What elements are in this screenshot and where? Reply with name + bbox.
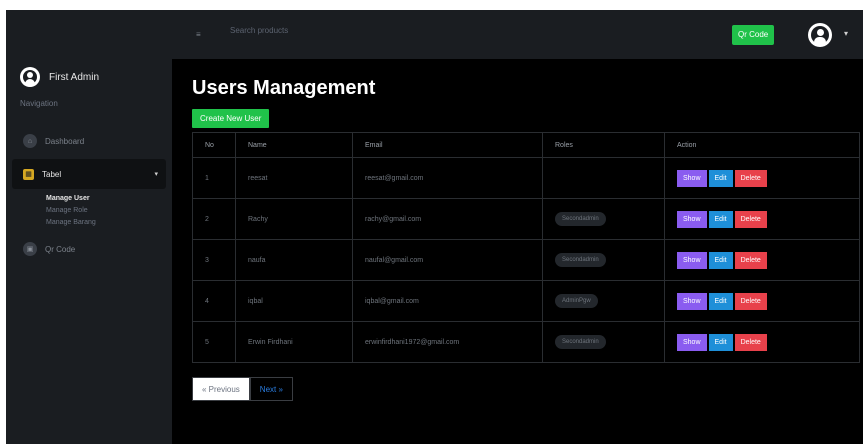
cell-no: 1 [192,157,236,199]
user-name: First Admin [49,71,100,83]
sidebar: First Admin Navigation ⌂ Dashboard ▦ Tab… [6,10,172,444]
table-row: 2 Rachy rachy@gmail.com Secondadmin Show… [192,198,860,240]
show-button[interactable]: Show [677,169,707,187]
cell-roles: Secondadmin [542,239,665,281]
cell-no: 2 [192,198,236,240]
cell-actions: Show Edit Delete [664,280,860,322]
cell-email: naufal@gmail.com [352,239,543,281]
table-row: 1 reesat reesat@gmail.com Show Edit Delete [192,157,860,199]
table-row: 4 iqbal iqbal@gmail.com AdminPgw Show Edi… [192,280,860,322]
cell-email: rachy@gmail.com [352,198,543,240]
delete-button[interactable]: Delete [734,251,767,269]
app-window: First Admin Navigation ⌂ Dashboard ▦ Tab… [6,10,863,444]
show-button[interactable]: Show [677,333,707,351]
pagination: « Previous Next » [192,377,293,401]
cell-name: iqbal [235,280,353,322]
qr-code-button[interactable]: Qr Code [732,25,775,45]
sidebar-item-dashboard[interactable]: ⌂ Dashboard [6,127,172,155]
delete-button[interactable]: Delete [734,169,767,187]
nav-caption: Navigation [20,99,58,108]
table-row: 5 Erwin Firdhani erwinfirdhani1972@gmail… [192,321,860,363]
sidebar-item-qr-code[interactable]: ▣ Qr Code [6,235,172,263]
avatar [20,67,40,87]
chevron-down-icon: ▾ [154,171,158,178]
column-header-name: Name [235,132,353,158]
table-row: 3 naufa naufal@gmail.com Secondadmin Sho… [192,239,860,281]
sidebar-item-label: Dashboard [45,136,85,146]
show-button[interactable]: Show [677,292,707,310]
cell-email: reesat@gmail.com [352,157,543,199]
submenu-manage-barang[interactable]: Manage Barang [6,217,172,229]
cell-name: Rachy [235,198,353,240]
create-user-button[interactable]: Create New User [192,109,270,128]
cell-roles: AdminPgw [542,280,665,322]
edit-button[interactable]: Edit [708,333,733,351]
cell-actions: Show Edit Delete [664,157,860,199]
cell-roles: Secondadmin [542,321,665,363]
cell-name: reesat [235,157,353,199]
cell-email: iqbal@gmail.com [352,280,543,322]
user-circle-icon[interactable] [808,23,832,47]
role-badge: Secondadmin [555,335,606,349]
cell-no: 5 [192,321,236,363]
show-button[interactable]: Show [677,251,707,269]
hamburger-icon[interactable]: ≡ [196,30,201,39]
sidebar-user[interactable]: First Admin [6,61,172,93]
cell-roles: Secondadmin [542,198,665,240]
page-title: Users Management [192,77,376,99]
cell-email: erwinfirdhani1972@gmail.com [352,321,543,363]
submenu-manage-role[interactable]: Manage Role [6,205,172,217]
qr-icon: ▣ [23,242,37,256]
cell-actions: Show Edit Delete [664,239,860,281]
main-content: Users Management Create New User No Name… [172,59,863,444]
users-table: No Name Email Roles Action 1 reesat rees… [192,132,860,363]
delete-button[interactable]: Delete [734,210,767,228]
sidebar-item-tabel[interactable]: ▦ Tabel ▾ [12,159,166,189]
sidebar-item-label: Qr Code [45,244,76,254]
cell-actions: Show Edit Delete [664,198,860,240]
cell-name: Erwin Firdhani [235,321,353,363]
home-icon: ⌂ [23,134,37,148]
sidebar-item-label: Tabel [42,169,62,179]
edit-button[interactable]: Edit [708,292,733,310]
cell-roles [542,157,665,199]
column-header-email: Email [352,132,543,158]
column-header-action: Action [664,132,860,158]
topbar: ≡ Search products Qr Code ▾ [172,10,863,59]
table-header-row: No Name Email Roles Action [192,132,860,158]
cell-name: naufa [235,239,353,281]
submenu-manage-user[interactable]: Manage User [6,193,172,205]
cell-no: 3 [192,239,236,281]
sidebar-header [6,10,172,59]
delete-button[interactable]: Delete [734,292,767,310]
cell-actions: Show Edit Delete [664,321,860,363]
edit-button[interactable]: Edit [708,210,733,228]
search-input[interactable]: Search products [230,26,288,35]
delete-button[interactable]: Delete [734,333,767,351]
edit-button[interactable]: Edit [708,251,733,269]
role-badge: Secondadmin [555,253,606,267]
edit-button[interactable]: Edit [708,169,733,187]
column-header-roles: Roles [542,132,665,158]
column-header-no: No [192,132,236,158]
next-page-button[interactable]: Next » [249,377,293,401]
role-badge: AdminPgw [555,294,598,308]
show-button[interactable]: Show [677,210,707,228]
cell-no: 4 [192,280,236,322]
table-icon: ▦ [23,168,34,180]
role-badge: Secondadmin [555,212,606,226]
previous-page-button[interactable]: « Previous [192,377,250,401]
caret-down-icon[interactable]: ▾ [844,29,848,38]
